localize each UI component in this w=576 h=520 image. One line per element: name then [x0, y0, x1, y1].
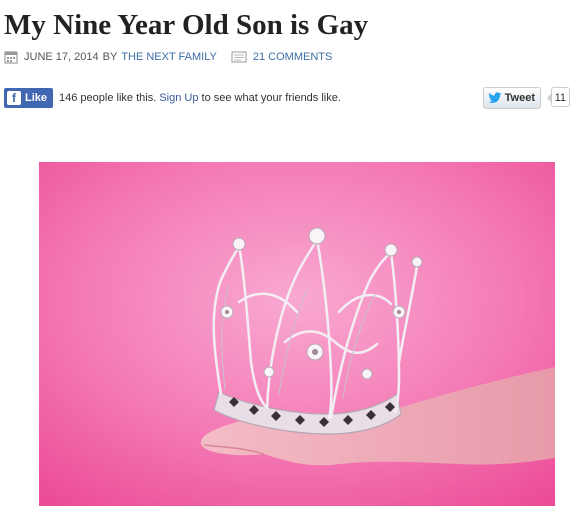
- like-label: Like: [25, 92, 48, 104]
- tweet-count: 11: [546, 87, 570, 107]
- facebook-like-button[interactable]: f Like: [4, 88, 54, 108]
- signup-link[interactable]: Sign Up: [159, 92, 198, 104]
- like-suffix-text: to see what your friends like.: [201, 92, 341, 104]
- post-title[interactable]: My Nine Year Old Son is Gay: [4, 6, 368, 44]
- social-bar: f Like 146 people like this. Sign Up to …: [4, 87, 570, 109]
- comments-icon: [231, 51, 247, 63]
- post-date: JUNE 17, 2014: [24, 51, 99, 63]
- comments-link[interactable]: 21 COMMENTS: [253, 51, 332, 63]
- calendar-icon: [4, 51, 18, 64]
- by-label: BY: [102, 51, 118, 63]
- facebook-icon: f: [7, 91, 21, 105]
- author-link[interactable]: THE NEXT FAMILY: [121, 51, 217, 63]
- tweet-label: Tweet: [504, 92, 535, 104]
- post-meta: JUNE 17, 2014 BY THE NEXT FAMILY 21 COMM…: [4, 48, 332, 66]
- post-image-crown: [39, 162, 555, 506]
- tweet-button[interactable]: Tweet: [482, 87, 541, 109]
- twitter-bird-icon: [488, 92, 502, 103]
- like-count-text: 146 people like this.: [59, 92, 157, 104]
- like-text: 146 people like this. Sign Up to see wha…: [59, 92, 341, 104]
